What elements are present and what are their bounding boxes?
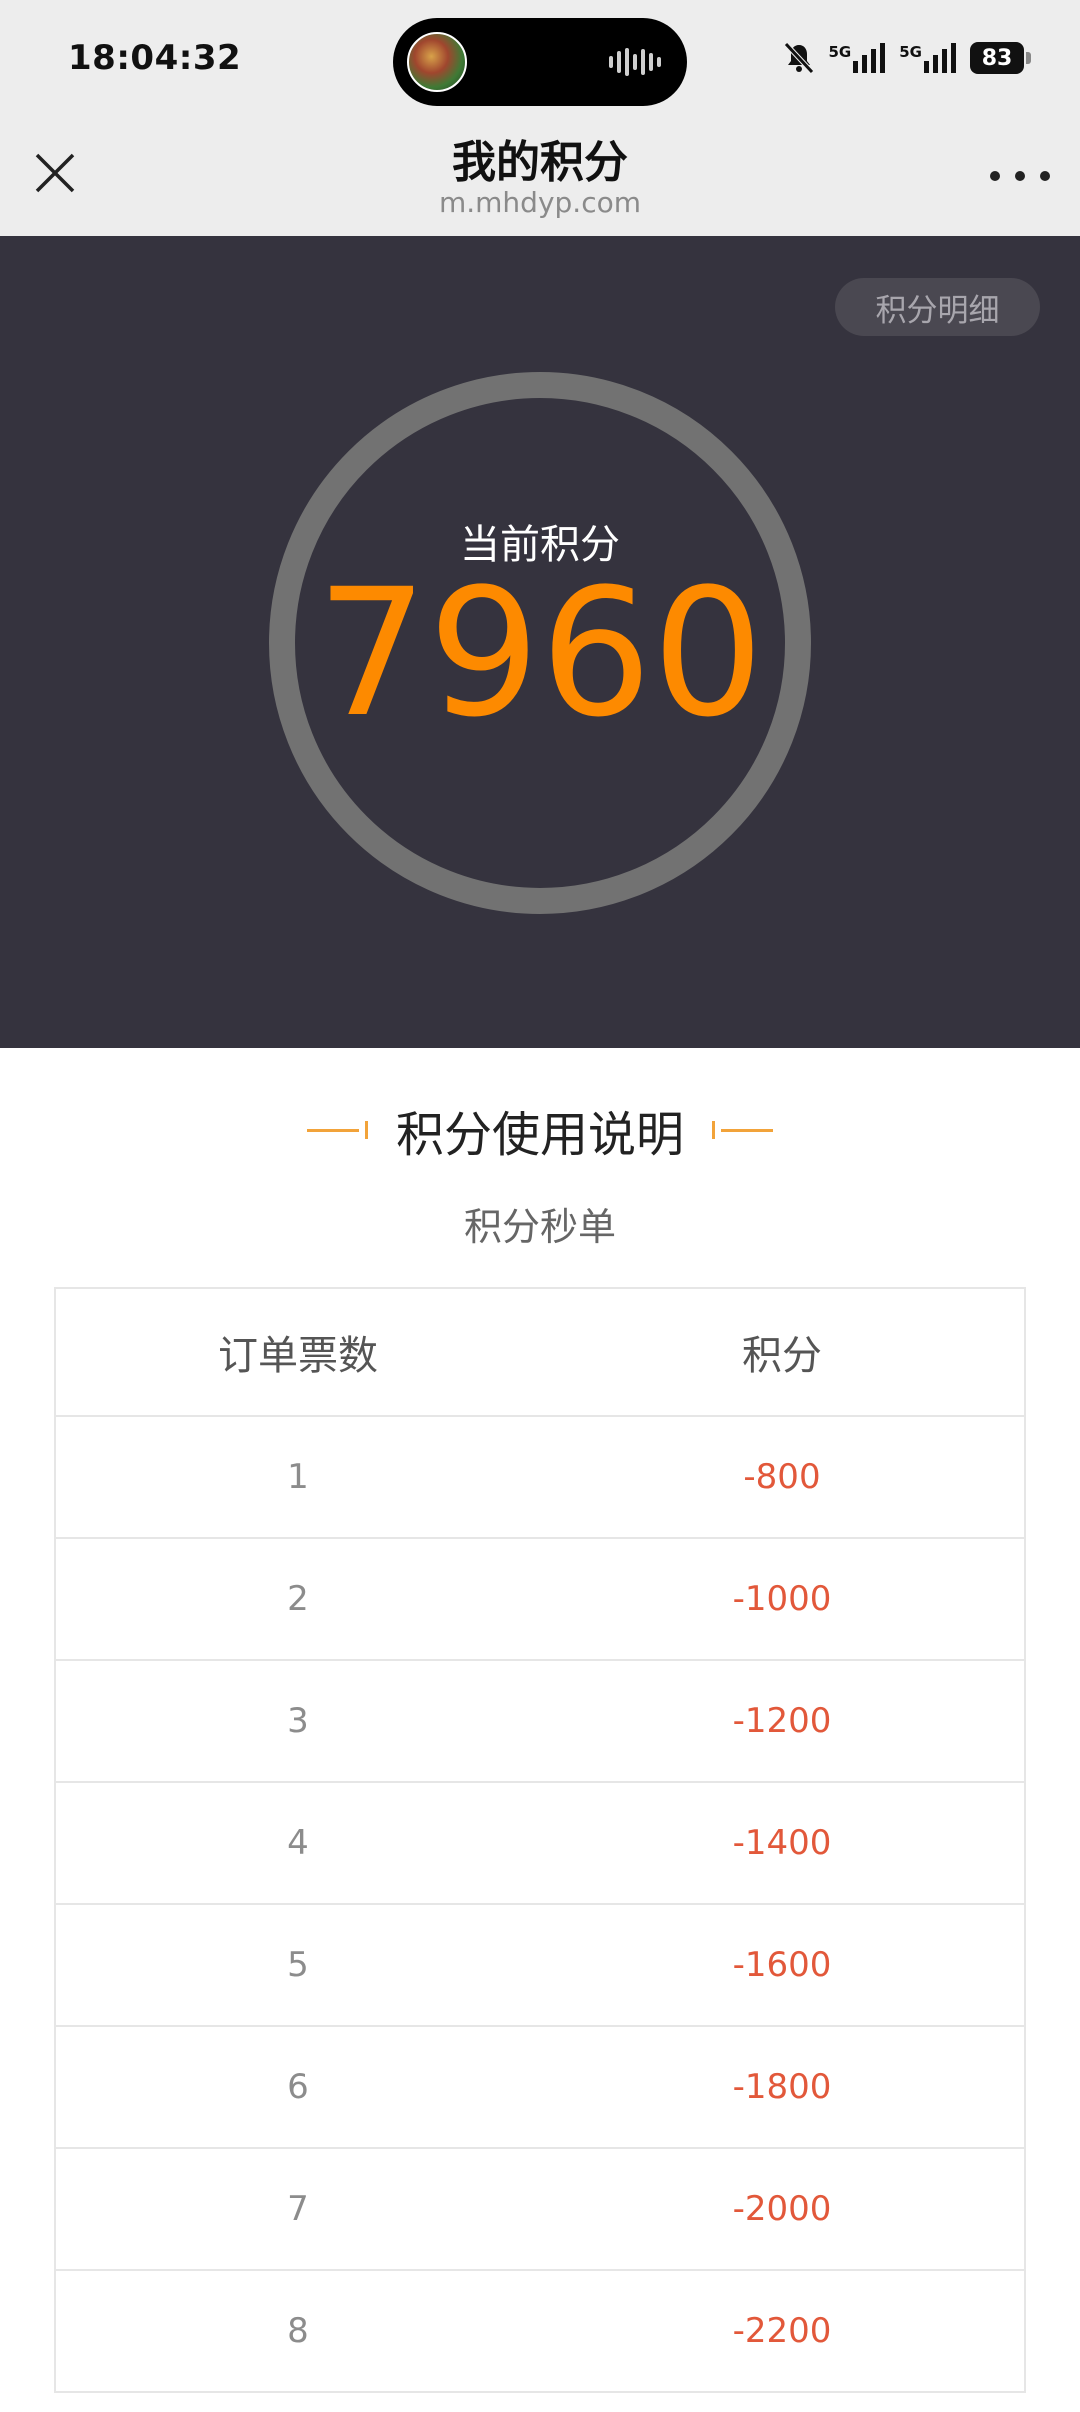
section-header: 积分使用说明	[0, 1098, 1080, 1163]
header-points: 积分	[742, 1333, 822, 1379]
battery-level: 83	[981, 45, 1013, 71]
nav-bar: 我的积分 m.mhdyp.com	[0, 126, 1080, 236]
ticket-count: 6	[287, 2067, 309, 2107]
points-table: 订单票数 积分 1 -800 2 -1000 3 -1200 4 -1400 5…	[54, 1287, 1026, 2393]
points-cost: -2200	[732, 2311, 832, 2351]
more-dot-icon	[1015, 171, 1025, 181]
points-cost: -1600	[732, 1945, 832, 1985]
table-row: 2 -1000	[56, 1539, 1024, 1661]
points-cost: -1400	[732, 1823, 832, 1863]
section-subtitle: 积分秒单	[463, 1205, 616, 1249]
points-cost: -1800	[732, 2067, 832, 2107]
ticket-count: 8	[287, 2311, 309, 2351]
table-row: 6 -1800	[56, 2027, 1024, 2149]
header-tickets: 订单票数	[218, 1333, 378, 1379]
more-options-button[interactable]	[990, 156, 1050, 196]
left-decoration	[306, 1121, 368, 1139]
ticket-count: 4	[287, 1823, 309, 1863]
battery-icon: 83	[970, 42, 1031, 74]
points-cost: -2000	[732, 2189, 832, 2229]
right-decoration	[712, 1121, 773, 1139]
status-bar: 18:04:32 5G 5G 83	[0, 0, 1080, 126]
table-row: 8 -2200	[56, 2271, 1024, 2393]
table-row: 7 -2000	[56, 2149, 1024, 2271]
current-points-value: 7960	[316, 551, 764, 756]
network-type-label: 5G	[828, 43, 852, 61]
bell-muted-icon	[783, 42, 814, 74]
media-artwork	[407, 32, 467, 92]
ticket-count: 5	[287, 1945, 309, 1985]
page-domain: m.mhdyp.com	[438, 186, 641, 219]
more-dot-icon	[990, 171, 1000, 181]
table-row: 1 -800	[56, 1417, 1024, 1539]
table-row: 3 -1200	[56, 1661, 1024, 1783]
ticket-count: 1	[287, 1457, 309, 1497]
signal-icon: 5G	[829, 43, 886, 73]
ticket-count: 3	[287, 1701, 309, 1741]
audio-wave-icon	[609, 48, 661, 76]
table-row: 5 -1600	[56, 1905, 1024, 2027]
table-row: 4 -1400	[56, 1783, 1024, 1905]
points-hero: 积分明细 当前积分 7960	[0, 236, 1080, 1048]
dynamic-island[interactable]	[393, 18, 687, 106]
points-cost: -800	[743, 1457, 821, 1497]
page-title: 我的积分	[452, 137, 628, 188]
ticket-count: 7	[287, 2189, 309, 2229]
more-dot-icon	[1040, 171, 1050, 181]
points-detail-button[interactable]: 积分明细	[835, 278, 1040, 336]
points-cost: -1000	[732, 1579, 832, 1619]
status-icons: 5G 5G 83	[783, 38, 1031, 78]
ticket-count: 2	[287, 1579, 309, 1619]
points-cost: -1200	[732, 1701, 832, 1741]
signal-icon: 5G	[899, 43, 956, 73]
section-title: 积分使用说明	[395, 1107, 684, 1163]
table-header-row: 订单票数 积分	[56, 1289, 1024, 1417]
network-type-label: 5G	[899, 43, 922, 61]
status-time: 18:04:32	[68, 38, 242, 78]
